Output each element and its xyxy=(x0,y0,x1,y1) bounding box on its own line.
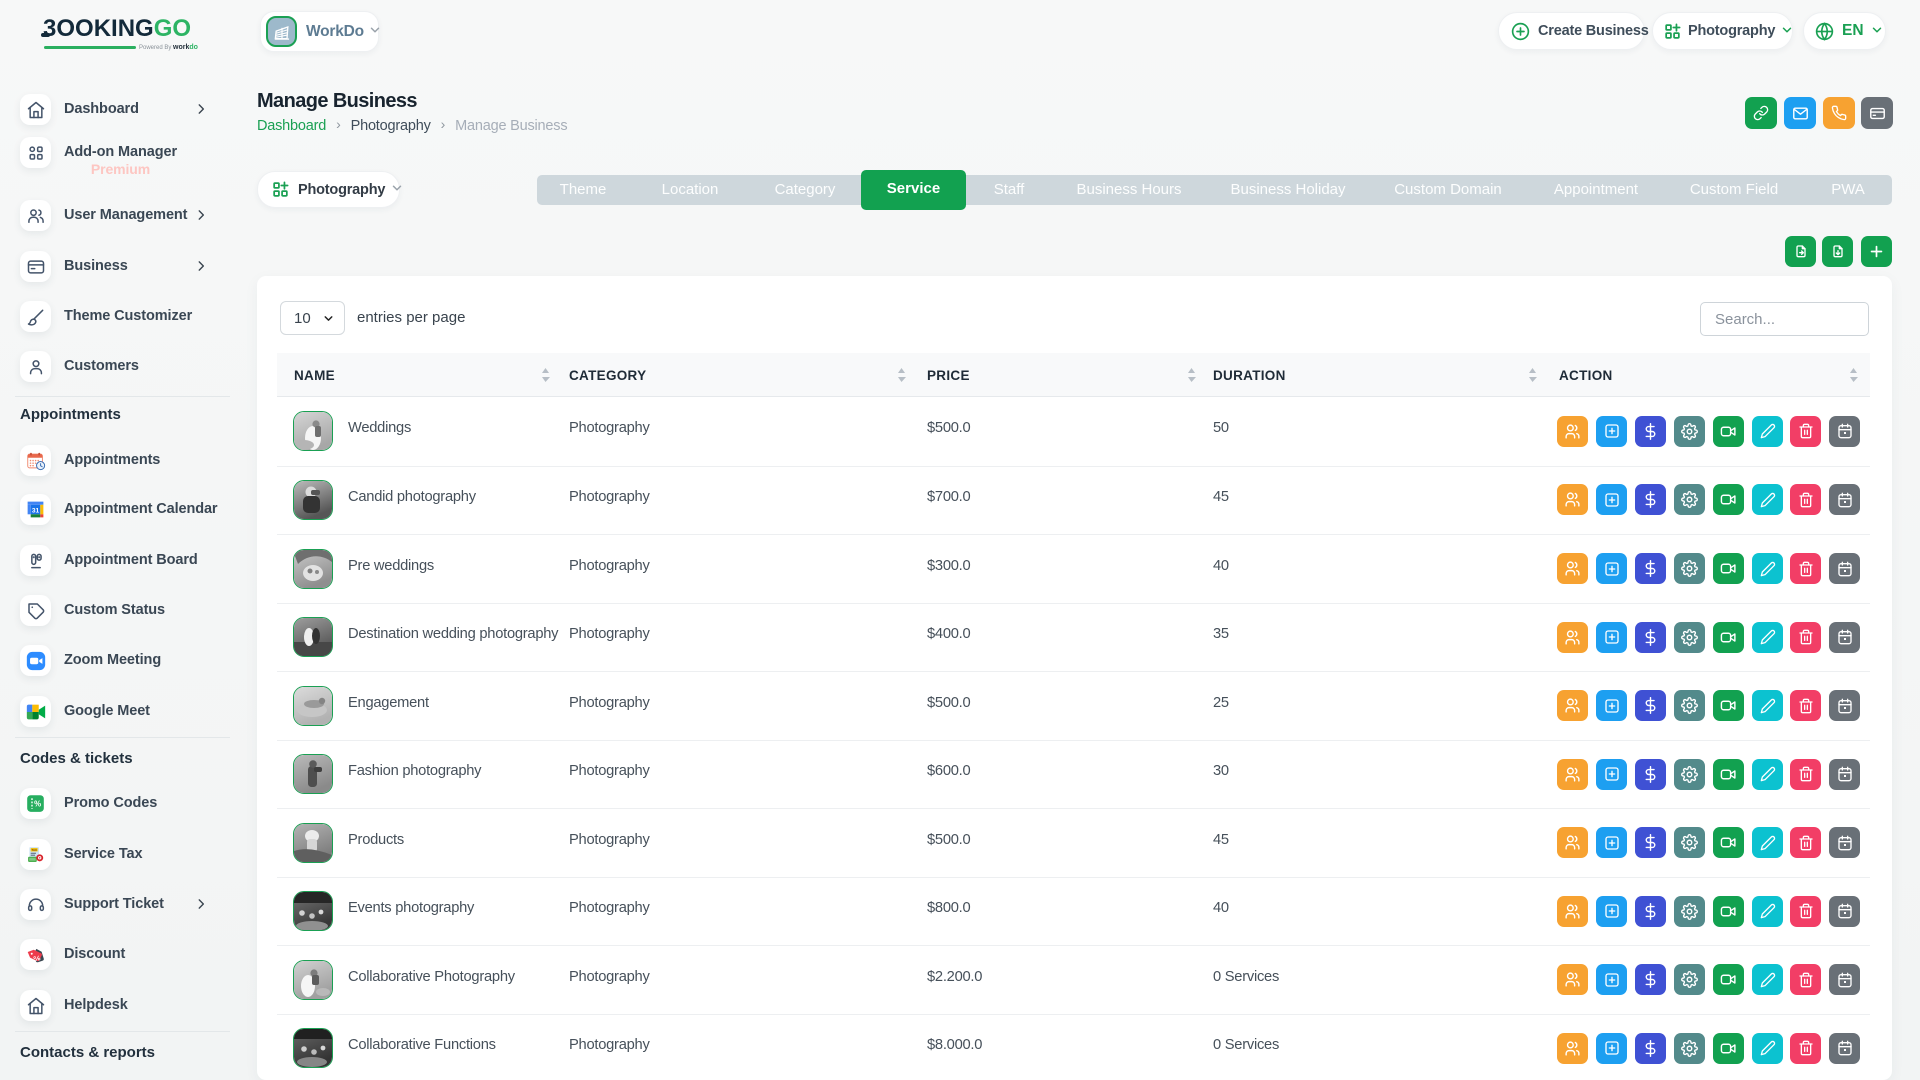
svg-text:TAX: TAX xyxy=(31,848,37,852)
svg-text:%: % xyxy=(34,800,41,809)
svg-text:31: 31 xyxy=(32,507,40,514)
